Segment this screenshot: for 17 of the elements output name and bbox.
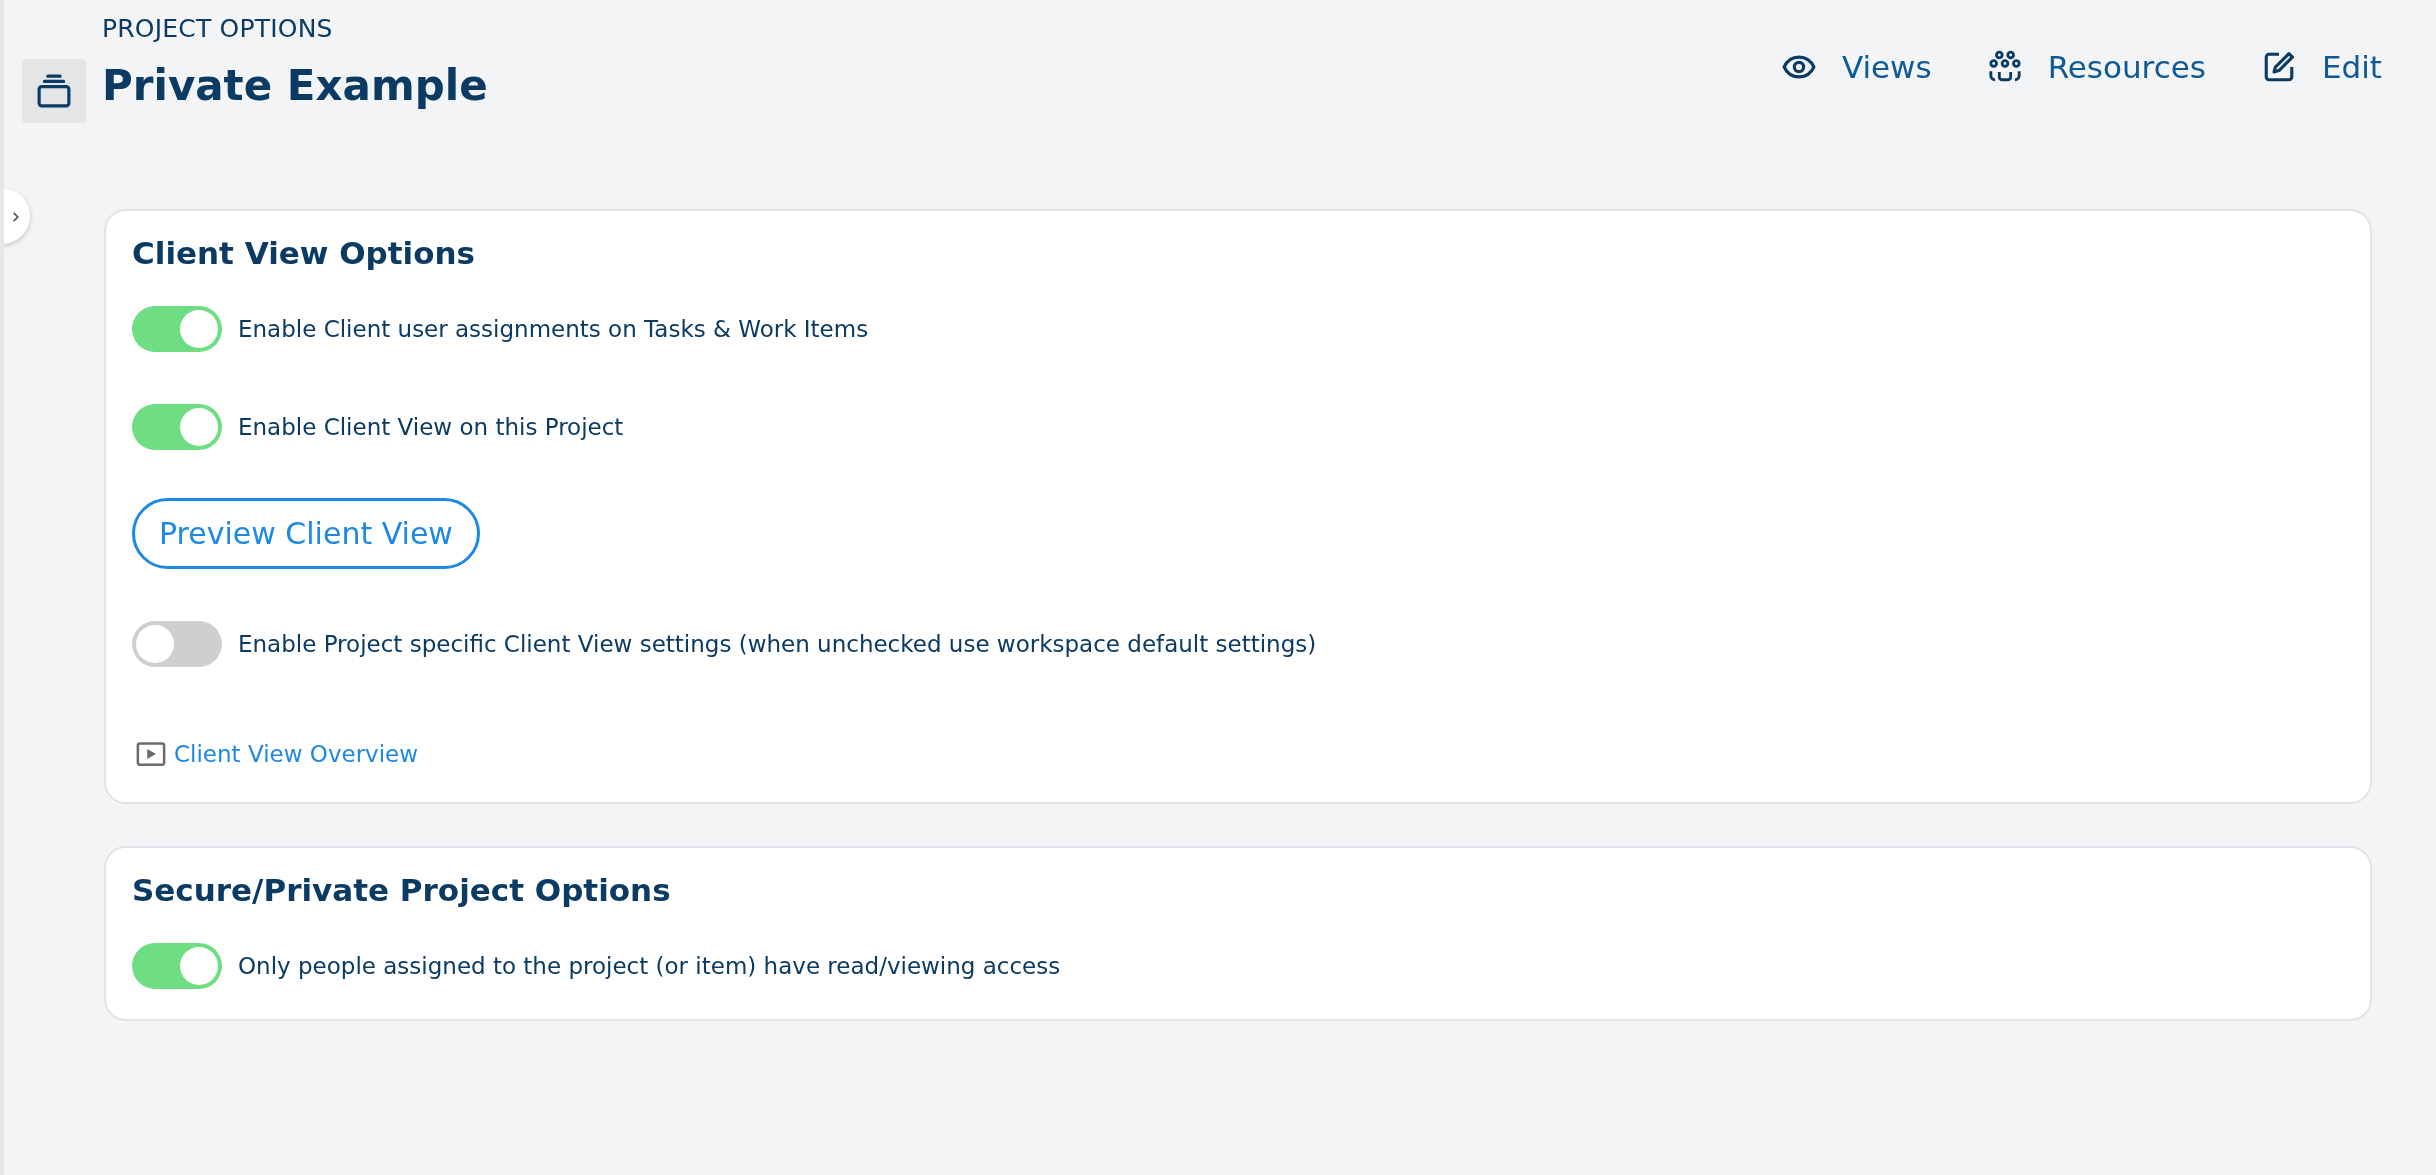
toggle-switch[interactable] bbox=[132, 621, 222, 668]
toggle-switch[interactable] bbox=[132, 404, 222, 451]
toggle-label: Enable Client user assignments on Tasks & Work Items bbox=[238, 314, 869, 344]
toggle-label: Enable Project specific Client View settings (when unchecked use workspace default settings) bbox=[238, 629, 1317, 659]
toggle-switch[interactable] bbox=[132, 942, 222, 989]
page-eyebrow: PROJECT OPTIONS bbox=[102, 13, 334, 45]
page-title: Private Example bbox=[102, 59, 489, 112]
section-heading: Secure/Private Project Options bbox=[132, 871, 672, 909]
edit-button[interactable]: Edit bbox=[2261, 44, 2382, 91]
overview-link[interactable]: Client View Overview bbox=[174, 737, 419, 772]
resources-button[interactable]: Resources bbox=[1987, 44, 2206, 91]
toggle-label: Enable Client View on this Project bbox=[238, 412, 624, 442]
preview-button[interactable]: Preview Client View bbox=[132, 498, 480, 570]
toggle-switch[interactable] bbox=[132, 306, 222, 353]
section-heading: Client View Options bbox=[132, 235, 477, 273]
toggle-label: Only people assigned to the project (or item) have read/viewing access bbox=[238, 951, 1061, 981]
views-button[interactable]: Views bbox=[1781, 44, 1932, 91]
